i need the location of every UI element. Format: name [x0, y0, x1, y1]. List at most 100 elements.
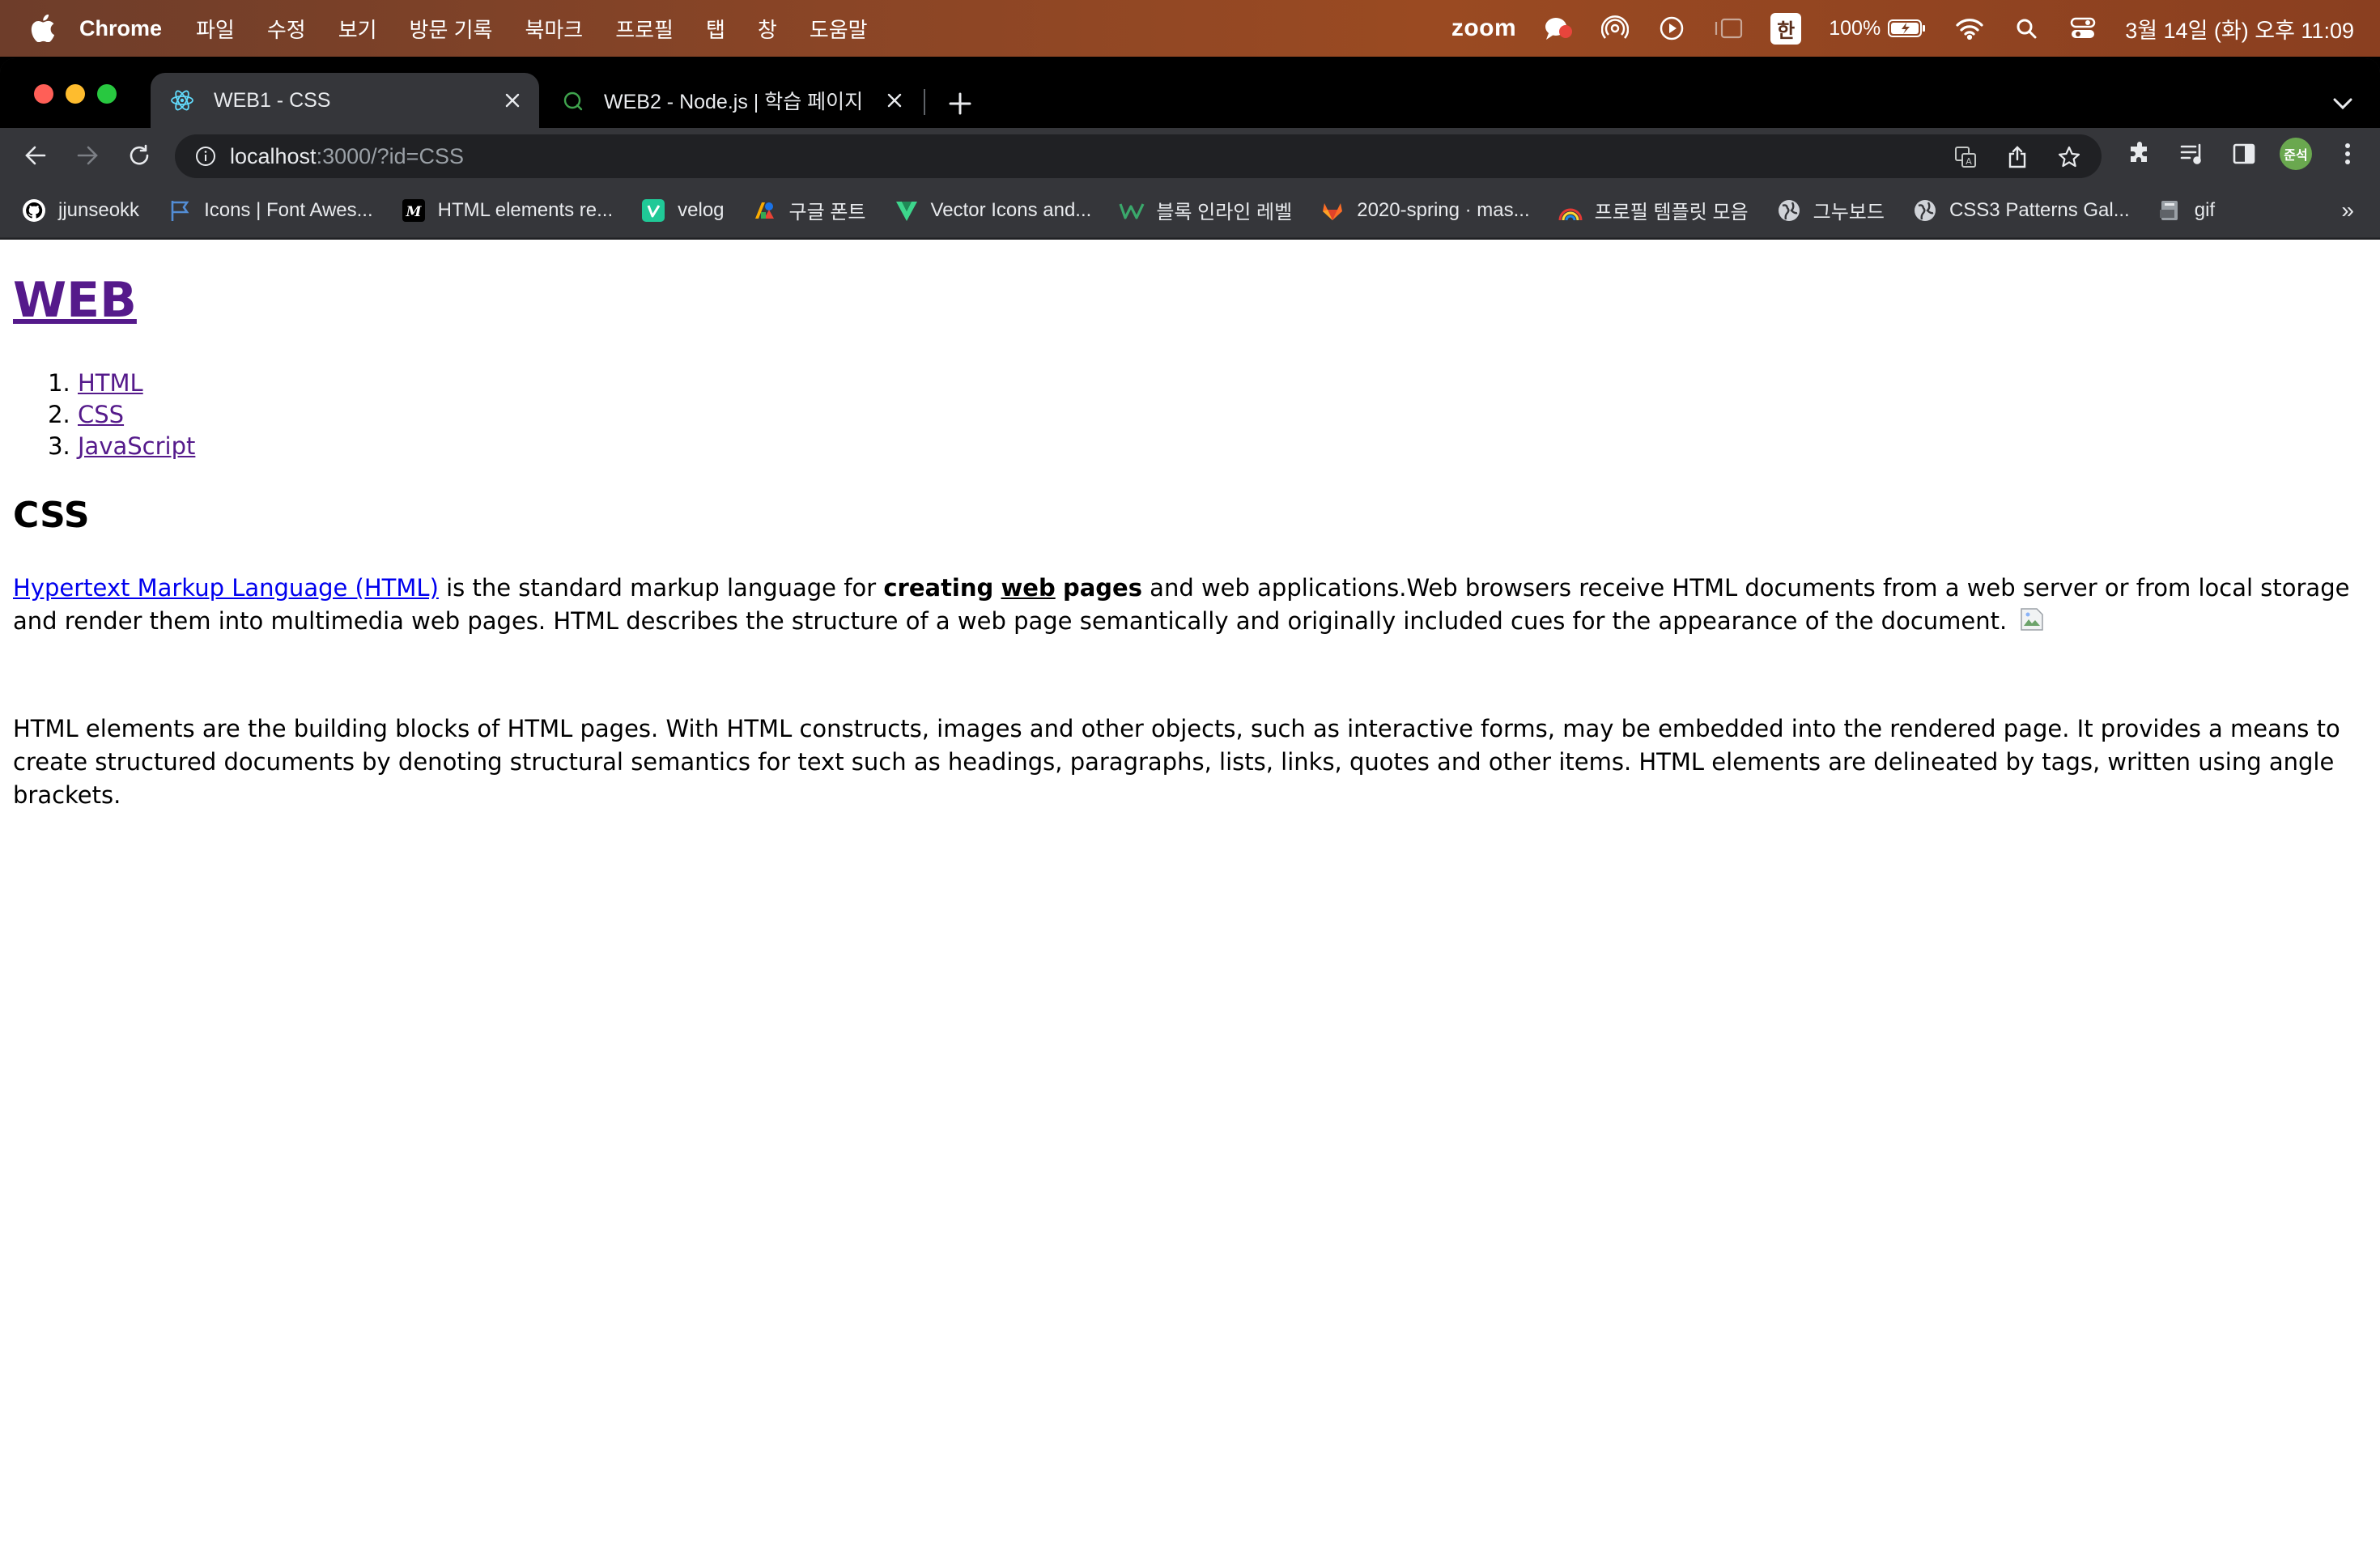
- tab-web2-nodejs[interactable]: WEB2 - Node.js | 학습 페이지: [541, 73, 921, 128]
- menu-history[interactable]: 방문 기록: [410, 14, 493, 44]
- new-tab-plus-icon[interactable]: [946, 89, 975, 118]
- menu-edit[interactable]: 수정: [267, 14, 306, 44]
- bookmark-item[interactable]: M HTML elements re...: [401, 198, 614, 223]
- kebab-menu-icon[interactable]: [2331, 138, 2364, 170]
- bookmark-label: 프로필 템플릿 모음: [1594, 202, 1749, 223]
- nav-link-html[interactable]: HTML: [78, 369, 143, 397]
- bookmarks-overflow-chevron-icon[interactable]: »: [2341, 198, 2354, 223]
- list-item: HTML: [78, 368, 2367, 399]
- menu-view[interactable]: 보기: [338, 14, 377, 44]
- site-info-icon[interactable]: [193, 143, 219, 169]
- bookmark-item[interactable]: CSS3 Patterns Gal...: [1912, 198, 2130, 223]
- menu-tab[interactable]: 탭: [706, 14, 725, 44]
- menu-window[interactable]: 창: [758, 14, 777, 44]
- html-wiki-link[interactable]: Hypertext Markup Language (HTML): [13, 574, 439, 602]
- description-paragraph: Hypertext Markup Language (HTML) is the …: [13, 572, 2367, 638]
- home-link[interactable]: WEB: [13, 272, 137, 329]
- mdn-icon: M: [401, 198, 427, 223]
- tab-strip: WEB1 - CSS WEB2 - Node.js | 학습 페이지: [0, 58, 2380, 128]
- bookmark-label: CSS3 Patterns Gal...: [1949, 198, 2130, 221]
- bookmark-item[interactable]: 그누보드: [1776, 196, 1885, 224]
- menubar-clock[interactable]: 3월 14일 (화) 오후 11:09: [2125, 13, 2354, 45]
- close-icon[interactable]: [500, 88, 525, 113]
- bookmark-label: velog: [678, 198, 725, 221]
- bookmark-item[interactable]: 프로필 템플릿 모음: [1558, 196, 1749, 224]
- bold-underlined-text: web: [1001, 574, 1056, 602]
- list-item: CSS: [78, 399, 2367, 431]
- macos-menu-bar: Chrome 파일 수정 보기 방문 기록 북마크 프로필 탭 창 도움말 zo…: [0, 0, 2380, 57]
- bookmark-item[interactable]: velog: [640, 198, 725, 223]
- window-close-button[interactable]: [34, 84, 53, 104]
- reload-icon[interactable]: [121, 138, 157, 173]
- gif-icon: [2157, 198, 2183, 223]
- profile-avatar[interactable]: 준석: [2280, 138, 2312, 170]
- battery-percent: 100%: [1829, 16, 1881, 40]
- bookmark-star-icon[interactable]: [2053, 141, 2085, 173]
- bookmark-item[interactable]: 블록 인라인 레벨: [1119, 196, 1292, 224]
- url-host: localhost: [230, 143, 317, 168]
- bold-text: pages: [1062, 574, 1142, 602]
- input-method-badge[interactable]: 한: [1770, 12, 1802, 45]
- bookmark-item[interactable]: Vector Icons and...: [894, 198, 1092, 223]
- bookmark-label: jjunseokk: [58, 198, 140, 221]
- bookmark-item[interactable]: 구글 폰트: [752, 196, 866, 224]
- menu-file[interactable]: 파일: [196, 14, 235, 44]
- menu-help[interactable]: 도움말: [810, 14, 868, 44]
- control-center-icon[interactable]: [2068, 14, 2097, 43]
- bookmarks-bar: jjunseokk Icons | Font Awes... M HTML el…: [0, 183, 2380, 238]
- window-zoom-button[interactable]: [97, 84, 117, 104]
- menu-profiles[interactable]: 프로필: [615, 14, 674, 44]
- bookmark-label: HTML elements re...: [437, 198, 614, 221]
- section-title: CSS: [13, 495, 90, 536]
- bookmark-item[interactable]: jjunseokk: [21, 198, 139, 223]
- chat-notification-icon[interactable]: [1544, 14, 1573, 43]
- elements-paragraph: HTML elements are the building blocks of…: [13, 715, 2340, 809]
- flag-icon: [167, 198, 193, 223]
- active-app-name[interactable]: Chrome: [79, 16, 162, 41]
- bookmark-label: Vector Icons and...: [930, 198, 1092, 221]
- bookmark-item[interactable]: 2020-spring · mas...: [1320, 198, 1530, 223]
- omnibox-actions: A: [1949, 141, 2085, 173]
- battery-status[interactable]: 100%: [1829, 14, 1927, 43]
- vector-icon: [894, 198, 920, 223]
- bookmark-item[interactable]: gif: [2157, 198, 2215, 223]
- tab-search-chevron-down-icon[interactable]: [2330, 91, 2356, 117]
- tab-title: WEB2 - Node.js | 학습 페이지: [604, 91, 864, 113]
- browser-toolbar: localhost:3000/?id=CSS A 준석: [0, 128, 2380, 183]
- toolbar-right-actions: 준석: [2124, 138, 2364, 170]
- chrome-window: WEB1 - CSS WEB2 - Node.js | 학습 페이지 local…: [0, 58, 2380, 1548]
- bookmark-item[interactable]: Icons | Font Awes...: [167, 198, 373, 223]
- list-item: JavaScript: [78, 431, 2367, 462]
- github-icon: [21, 198, 47, 223]
- spotlight-search-icon[interactable]: [2012, 14, 2041, 43]
- paragraph-text: is the standard markup language for: [438, 574, 884, 602]
- zoom-status-item[interactable]: zoom: [1451, 15, 1516, 42]
- tab-separator: [924, 89, 925, 115]
- media-queue-icon[interactable]: [2176, 138, 2208, 170]
- close-icon[interactable]: [882, 88, 907, 113]
- bold-text: creating: [883, 574, 994, 602]
- stage-manager-icon[interactable]: [1714, 14, 1743, 43]
- window-minimize-button[interactable]: [66, 84, 85, 104]
- play-circle-icon[interactable]: [1657, 14, 1686, 43]
- wifi-icon[interactable]: [1955, 14, 1984, 43]
- broken-image-icon: [2019, 606, 2045, 632]
- extensions-puzzle-icon[interactable]: [2124, 138, 2157, 170]
- address-bar[interactable]: localhost:3000/?id=CSS A: [175, 134, 2102, 178]
- airdrop-icon[interactable]: [1600, 14, 1630, 43]
- rainbow-icon: [1558, 198, 1583, 223]
- tab-web1-css[interactable]: WEB1 - CSS: [151, 73, 539, 128]
- bookmark-label: 2020-spring · mas...: [1357, 198, 1530, 221]
- w-icon: [1119, 198, 1145, 223]
- nav-link-javascript[interactable]: JavaScript: [78, 432, 195, 460]
- bookmark-label: 구글 폰트: [788, 202, 866, 223]
- forward-arrow-icon[interactable]: [70, 138, 105, 173]
- side-panel-icon[interactable]: [2228, 138, 2260, 170]
- apple-logo-icon[interactable]: [31, 15, 57, 42]
- back-arrow-icon[interactable]: [18, 138, 53, 173]
- nav-link-css[interactable]: CSS: [78, 401, 124, 428]
- bookmark-label: gif: [2194, 198, 2216, 221]
- translate-icon[interactable]: A: [1949, 141, 1982, 173]
- share-icon[interactable]: [2001, 141, 2034, 173]
- menu-bookmarks[interactable]: 북마크: [525, 14, 583, 44]
